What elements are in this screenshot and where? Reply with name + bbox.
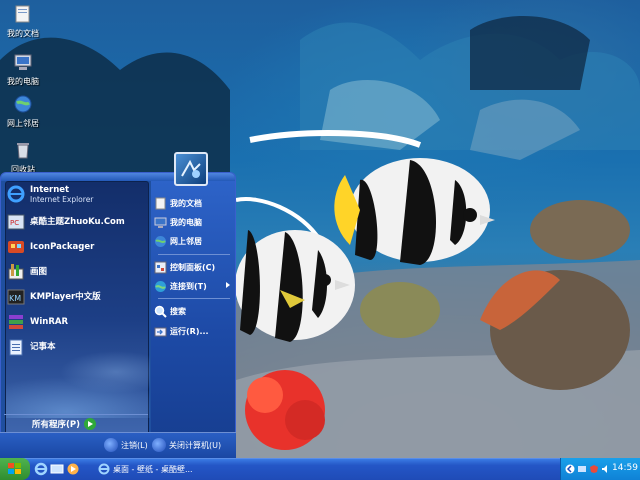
- logoff-icon: [104, 438, 118, 452]
- pinned-item-internet-explorer[interactable]: Internet Internet Explorer: [4, 183, 142, 205]
- right-item-label: 搜索: [170, 306, 186, 316]
- desktop-icon-label: 我的电脑: [7, 77, 39, 86]
- right-item-my-computer[interactable]: 我的电脑: [154, 213, 234, 231]
- pinned-item-label: 记事本: [30, 342, 56, 352]
- quick-launch-desktop-icon[interactable]: [50, 462, 64, 476]
- clock[interactable]: 14:59: [612, 463, 638, 473]
- pinned-item-iconpackager[interactable]: IconPackager: [4, 236, 142, 258]
- iconpackager-icon: [8, 241, 24, 253]
- right-item-label: 我的电脑: [170, 217, 202, 227]
- desktop-icon-network-places[interactable]: 网上邻居: [0, 94, 46, 129]
- internet-explorer-icon: [7, 185, 25, 203]
- winrar-icon: [9, 315, 23, 329]
- pinned-item-label: IconPackager: [30, 242, 95, 252]
- pinned-item-label: Internet: [30, 184, 70, 195]
- right-column-separator: [158, 254, 230, 255]
- search-icon: [154, 305, 167, 318]
- control-panel-icon: [154, 261, 167, 273]
- windows-logo-icon: [8, 463, 21, 474]
- desktop-icon-label: 网上邻居: [7, 119, 39, 128]
- logoff-label: 注销(L): [121, 440, 148, 450]
- user-avatar[interactable]: [174, 152, 208, 186]
- logoff-button[interactable]: 注销(L): [104, 437, 148, 453]
- pinned-item-label: 画图: [30, 267, 48, 277]
- run-icon: [154, 327, 167, 336]
- notepad-icon: [9, 339, 23, 356]
- pinned-item-paint[interactable]: 画图: [4, 261, 142, 283]
- quick-launch-media-icon[interactable]: [66, 462, 80, 476]
- right-item-control-panel[interactable]: 控制面板(C): [154, 258, 234, 276]
- my-computer-icon: [154, 217, 167, 228]
- tray-volume-icon[interactable]: [601, 464, 611, 474]
- right-item-label: 网上邻居: [170, 236, 202, 246]
- pinned-item-label: KMPlayer中文版: [30, 292, 101, 302]
- all-programs-label: 所有程序(P): [32, 419, 80, 430]
- right-item-connect-to[interactable]: 连接到(T): [154, 277, 234, 295]
- right-item-label: 运行(R)...: [170, 326, 209, 336]
- zhuoku-icon: PC: [7, 214, 25, 230]
- svg-text:PC: PC: [10, 219, 19, 227]
- pinned-item-sublabel: Internet Explorer: [30, 194, 94, 204]
- all-programs-button[interactable]: 所有程序(P): [4, 414, 148, 432]
- right-item-my-documents[interactable]: 我的文档: [154, 194, 234, 212]
- right-item-label: 我的文档: [170, 198, 202, 208]
- svg-text:KM: KM: [9, 294, 21, 303]
- tray-shield-icon[interactable]: [589, 464, 599, 474]
- network-places-icon: [14, 95, 32, 113]
- shutdown-button[interactable]: 关闭计算机(U): [152, 437, 221, 453]
- network-places-icon: [155, 235, 166, 247]
- tray-network-icon[interactable]: [577, 464, 587, 474]
- right-item-network-places[interactable]: 网上邻居: [154, 232, 234, 250]
- desktop-icon-recycle-bin[interactable]: 回收站: [0, 140, 46, 175]
- desktop-icon-label: 我的文档: [7, 29, 39, 38]
- taskbar-window-button[interactable]: 桌面 - 壁纸 - 桌酷壁...: [94, 460, 197, 478]
- pinned-item-label: 桌酷主题ZhuoKu.Com: [30, 217, 125, 227]
- my-documents-icon: [155, 197, 166, 209]
- desktop-icon-my-documents[interactable]: 我的文档: [0, 4, 46, 39]
- tray-arrow-icon[interactable]: [565, 464, 575, 474]
- my-documents-icon: [15, 5, 30, 23]
- connect-to-icon: [155, 280, 166, 292]
- quick-launch-ie-icon[interactable]: [34, 462, 48, 476]
- right-column-separator: [158, 298, 230, 299]
- desktop-icon-my-computer[interactable]: 我的电脑: [0, 52, 46, 87]
- arrow-right-icon: [84, 417, 96, 430]
- my-computer-icon: [14, 54, 32, 70]
- taskbar-window-label: 桌面 - 壁纸 - 桌酷壁...: [113, 464, 193, 474]
- kmplayer-icon: KM: [7, 289, 25, 305]
- power-icon: [152, 438, 166, 452]
- pinned-item-label: WinRAR: [30, 317, 69, 327]
- user-picture-icon: [181, 159, 201, 178]
- submenu-arrow-icon: [226, 282, 230, 288]
- right-item-search[interactable]: 搜索: [154, 302, 234, 320]
- ie-window-icon: [98, 463, 110, 475]
- right-item-label: 连接到(T): [170, 281, 207, 291]
- pinned-item-winrar[interactable]: WinRAR: [4, 311, 142, 333]
- pinned-item-notepad[interactable]: 记事本: [4, 336, 142, 358]
- right-item-label: 控制面板(C): [170, 262, 216, 272]
- paint-icon: [8, 264, 24, 280]
- right-item-run[interactable]: 运行(R)...: [154, 322, 234, 340]
- recycle-bin-icon: [17, 143, 29, 159]
- pinned-item-zhuoku[interactable]: PC 桌酷主题ZhuoKu.Com: [4, 211, 142, 233]
- shutdown-label: 关闭计算机(U): [169, 440, 222, 450]
- start-button[interactable]: [0, 458, 30, 480]
- pinned-item-kmplayer[interactable]: KM KMPlayer中文版: [4, 286, 142, 308]
